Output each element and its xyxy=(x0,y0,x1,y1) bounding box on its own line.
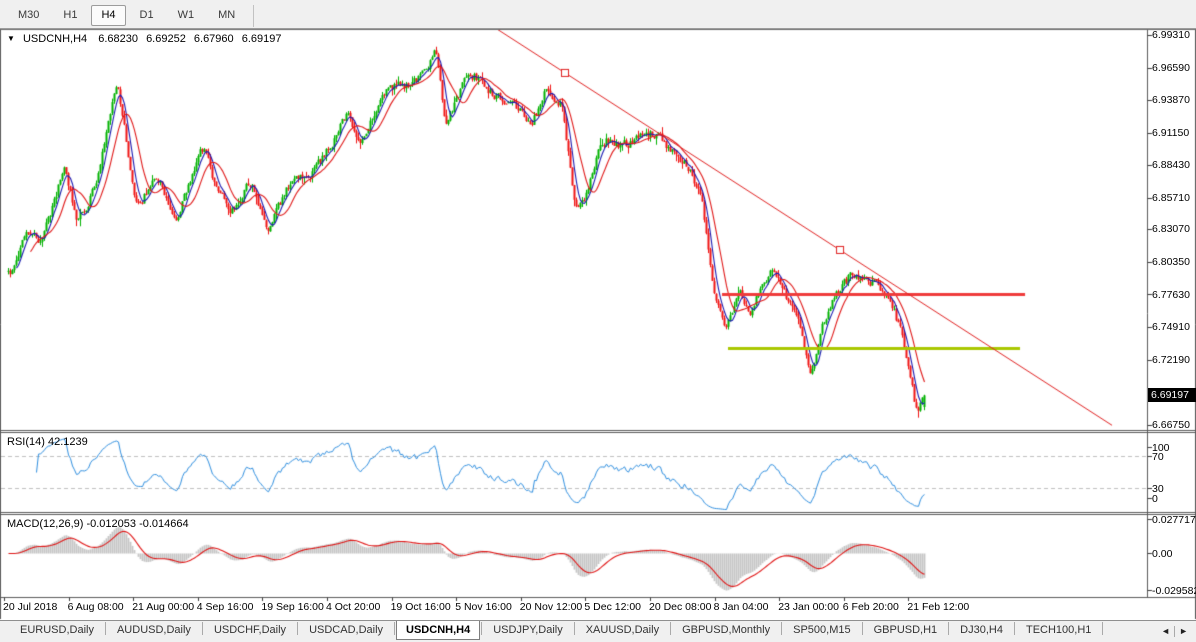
symbol-tab-tech100[interactable]: TECH100,H1 xyxy=(1016,621,1101,640)
symbol-tab-audusd[interactable]: AUDUSD,Daily xyxy=(107,621,201,640)
time-axis-label: 5 Nov 16:00 xyxy=(455,601,512,613)
trading-terminal-window: { "tabs_top": { "items": ["M30", "H1", "… xyxy=(0,0,1196,642)
price-axis-label: 6.88430 xyxy=(1152,159,1190,171)
price-axis-label: 6.72190 xyxy=(1152,354,1190,366)
chart-canvas[interactable] xyxy=(0,0,1196,642)
tab-separator xyxy=(1102,622,1103,635)
macd-label: MACD(12,26,9) -0.012053 -0.014664 xyxy=(7,518,189,530)
price-axis-label: 6.77630 xyxy=(1152,289,1190,301)
chart-legend: ▼ USDCNH,H4 6.68230 6.69252 6.67960 6.69… xyxy=(7,33,286,45)
scroll-right-icon[interactable]: ► xyxy=(1175,625,1192,637)
ohlc-low: 6.67960 xyxy=(194,33,234,45)
price-axis-label: 6.99310 xyxy=(1152,29,1190,41)
ohlc-close: 6.69197 xyxy=(242,33,282,45)
rsi-label: RSI(14) 42.1239 xyxy=(7,436,88,448)
time-axis-label: 20 Dec 08:00 xyxy=(649,601,711,613)
price-axis-label: 6.91150 xyxy=(1152,127,1189,139)
symbol-tab-usdcad[interactable]: USDCAD,Daily xyxy=(299,621,393,640)
tab-separator xyxy=(574,622,575,635)
timeframe-tab-d1[interactable]: D1 xyxy=(130,5,164,26)
toolbar-separator xyxy=(253,5,254,27)
symbol-tab-gbpusd[interactable]: GBPUSD,Monthly xyxy=(672,621,780,640)
chart-collapse-icon[interactable]: ▼ xyxy=(7,34,15,43)
macd-axis-label: 0.027717 xyxy=(1152,514,1196,526)
time-axis-label: 4 Oct 20:00 xyxy=(326,601,380,613)
time-axis-label: 19 Sep 16:00 xyxy=(261,601,323,613)
timeframe-tab-h1[interactable]: H1 xyxy=(53,5,87,26)
time-axis-label: 23 Jan 00:00 xyxy=(778,601,839,613)
time-axis-label: 8 Jan 04:00 xyxy=(714,601,769,613)
tab-separator xyxy=(394,622,395,635)
scroll-left-icon[interactable]: ◄ xyxy=(1157,625,1174,637)
current-price-badge: 6.69197 xyxy=(1148,388,1196,402)
ohlc-open: 6.68230 xyxy=(98,33,138,45)
time-axis-label: 21 Feb 12:00 xyxy=(907,601,969,613)
timeframe-toolbar: M30H1H4D1W1MN xyxy=(0,0,1196,29)
tab-separator xyxy=(202,622,203,635)
symbol-tab-usdjpy[interactable]: USDJPY,Daily xyxy=(483,621,573,640)
rsi-axis-label: 70 xyxy=(1152,451,1164,463)
macd-axis-label: -0.029582 xyxy=(1152,585,1196,597)
rsi-axis-label: 0 xyxy=(1152,493,1158,505)
time-axis-label: 6 Aug 08:00 xyxy=(68,601,124,613)
tab-separator xyxy=(297,622,298,635)
symbol-tabbar: EURUSD,DailyAUDUSD,DailyUSDCHF,DailyUSDC… xyxy=(0,620,1196,642)
macd-axis-label: 0.00 xyxy=(1152,548,1172,560)
time-axis-label: 6 Feb 20:00 xyxy=(843,601,899,613)
ohlc-high: 6.69252 xyxy=(146,33,186,45)
symbol-tab-eurusd[interactable]: EURUSD,Daily xyxy=(10,621,104,640)
symbol-tab-usdcnh[interactable]: USDCNH,H4 xyxy=(396,621,480,640)
timeframe-tab-mn[interactable]: MN xyxy=(208,5,245,26)
price-axis-label: 6.74910 xyxy=(1152,321,1190,333)
time-axis-label: 20 Nov 12:00 xyxy=(520,601,582,613)
timeframe-tab-w1[interactable]: W1 xyxy=(168,5,205,26)
tab-separator xyxy=(781,622,782,635)
symbol-tab-usdchf[interactable]: USDCHF,Daily xyxy=(204,621,296,640)
price-axis-label: 6.93870 xyxy=(1152,94,1190,106)
time-axis-label: 5 Dec 12:00 xyxy=(584,601,641,613)
time-axis-label: 20 Jul 2018 xyxy=(3,601,57,613)
tab-separator xyxy=(481,622,482,635)
time-axis-label: 19 Oct 16:00 xyxy=(391,601,451,613)
symbol-tab-gbpusd[interactable]: GBPUSD,H1 xyxy=(864,621,948,640)
timeframe-tab-h4[interactable]: H4 xyxy=(91,5,125,26)
price-axis-label: 6.80350 xyxy=(1152,256,1190,268)
price-axis-label: 6.66750 xyxy=(1152,419,1190,431)
symbol-tab-sp500[interactable]: SP500,M15 xyxy=(783,621,860,640)
price-axis-label: 6.83070 xyxy=(1152,223,1190,235)
timeframe-tab-m30[interactable]: M30 xyxy=(8,5,49,26)
tab-separator xyxy=(1014,622,1015,635)
tab-scroll-controls: ◄► xyxy=(1157,625,1192,637)
time-axis-label: 21 Aug 00:00 xyxy=(132,601,194,613)
tab-separator xyxy=(670,622,671,635)
symbol-tab-xauusd[interactable]: XAUUSD,Daily xyxy=(576,621,669,640)
tab-separator xyxy=(105,622,106,635)
tab-separator xyxy=(948,622,949,635)
symbol-period-label: USDCNH,H4 xyxy=(23,33,87,45)
price-axis-label: 6.96590 xyxy=(1152,62,1190,74)
price-axis-label: 6.85710 xyxy=(1152,192,1190,204)
time-axis-label: 4 Sep 16:00 xyxy=(197,601,254,613)
symbol-tab-dj30[interactable]: DJ30,H4 xyxy=(950,621,1013,640)
tab-separator xyxy=(862,622,863,635)
